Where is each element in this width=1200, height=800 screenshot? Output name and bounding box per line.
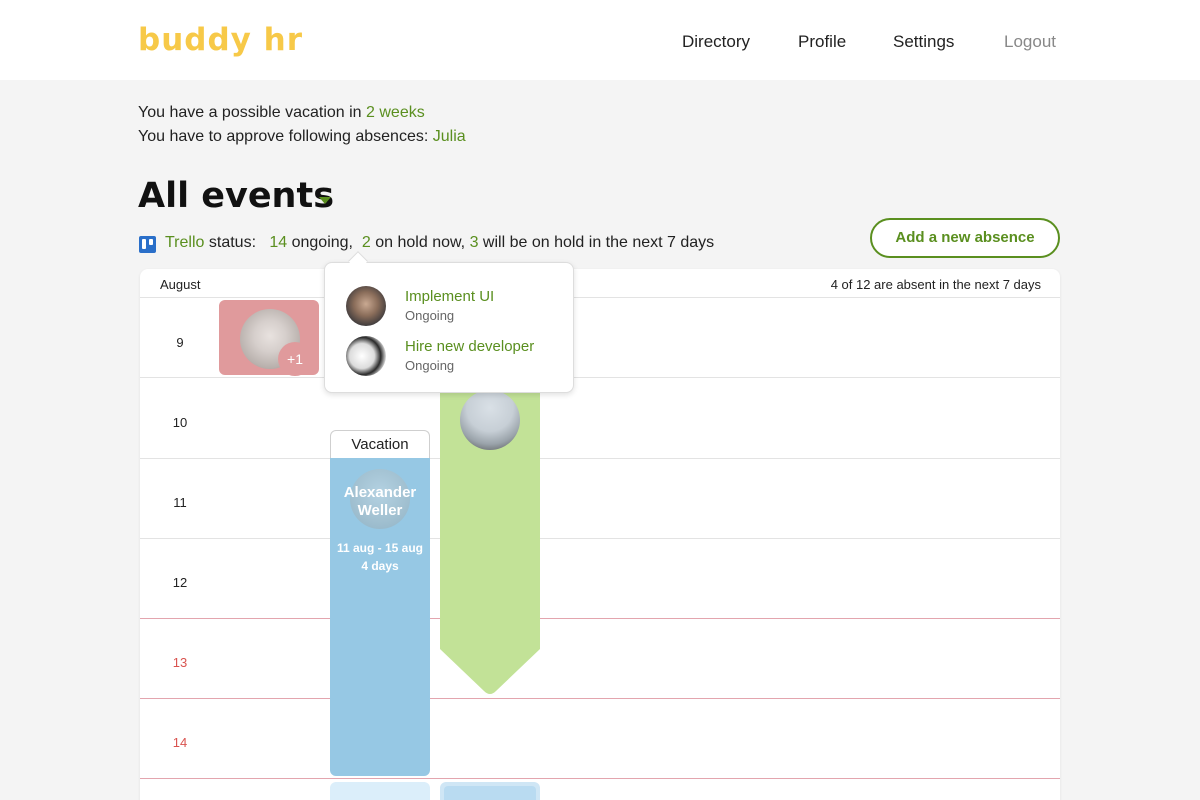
hold-label: on hold now, [375, 234, 466, 251]
row-divider [140, 297, 1060, 298]
row-divider [140, 458, 1060, 459]
absence-event-next[interactable] [330, 782, 430, 800]
row-divider [140, 618, 1060, 619]
avatar[interactable] [460, 390, 520, 450]
vacation-person-name: Alexander Weller [330, 484, 430, 520]
page-title[interactable]: All events [138, 176, 334, 216]
row-divider [140, 778, 1060, 779]
nav-logout[interactable]: Logout [1004, 32, 1056, 52]
add-absence-button[interactable]: Add a new absence [870, 218, 1060, 258]
day-label: 13 [172, 655, 188, 670]
top-header: buddy hr Directory Profile Settings Logo… [0, 0, 1200, 80]
ongoing-label: ongoing, [291, 234, 353, 251]
nav-settings[interactable]: Settings [893, 32, 954, 52]
name-line-last: Weller [357, 502, 403, 519]
next-label: will be on hold in the next 7 days [482, 234, 715, 251]
avatar [346, 286, 386, 326]
absence-event-next[interactable] [440, 782, 540, 800]
task-status: Ongoing [405, 358, 455, 373]
events-calendar: August 4 of 12 are absent in the next 7 … [140, 269, 1060, 800]
approve-notice-text: You have to approve following absences: [138, 128, 433, 145]
trello-status: Trello status: 14 ongoing, 2 on hold now… [165, 234, 714, 252]
next-count[interactable]: 3 [470, 234, 479, 251]
calendar-month: August [160, 277, 201, 292]
row-divider [140, 377, 1060, 378]
buddy-hr-logo[interactable]: buddy hr [138, 22, 303, 58]
nav-directory[interactable]: Directory [682, 32, 750, 52]
chevron-down-icon[interactable] [319, 197, 331, 204]
row-divider [140, 538, 1060, 539]
avatar [346, 336, 386, 376]
task-title-link[interactable]: Hire new developer [405, 338, 534, 355]
absence-summary: 4 of 12 are absent in the next 7 days [830, 277, 1041, 292]
vacation-duration: 4 days [361, 559, 399, 573]
approve-notice-link[interactable]: Julia [433, 128, 466, 145]
vacation-tab-label: Vacation [330, 430, 430, 460]
name-line-first: Alexander [343, 484, 417, 501]
task-title-link[interactable]: Implement UI [405, 288, 494, 305]
vacation-notice-text: You have a possible vacation in [138, 104, 367, 121]
day-label: 12 [172, 575, 188, 590]
day-label: 11 [173, 495, 187, 510]
ongoing-count[interactable]: 14 [269, 234, 287, 251]
hold-count[interactable]: 2 [362, 234, 371, 251]
row-divider [140, 698, 1060, 699]
vacation-notice: You have a possible vacation in 2 weeks [138, 104, 425, 122]
day-label: 14 [172, 735, 188, 750]
day-label: 9 [176, 335, 184, 350]
nav-profile[interactable]: Profile [798, 32, 846, 52]
trello-link[interactable]: Trello [165, 234, 204, 251]
approve-notice: You have to approve following absences: … [138, 128, 466, 146]
vacation-date-range: 11 aug - 15 aug [336, 541, 424, 555]
trello-status-label: status: [208, 234, 257, 251]
task-status: Ongoing [405, 308, 455, 323]
vacation-notice-link[interactable]: 2 weeks [366, 104, 425, 121]
vacation-dates: 11 aug - 15 aug 4 days [330, 539, 430, 575]
more-count-badge[interactable]: +1 [278, 342, 312, 376]
day-label: 10 [172, 415, 188, 430]
trello-icon [139, 236, 156, 253]
